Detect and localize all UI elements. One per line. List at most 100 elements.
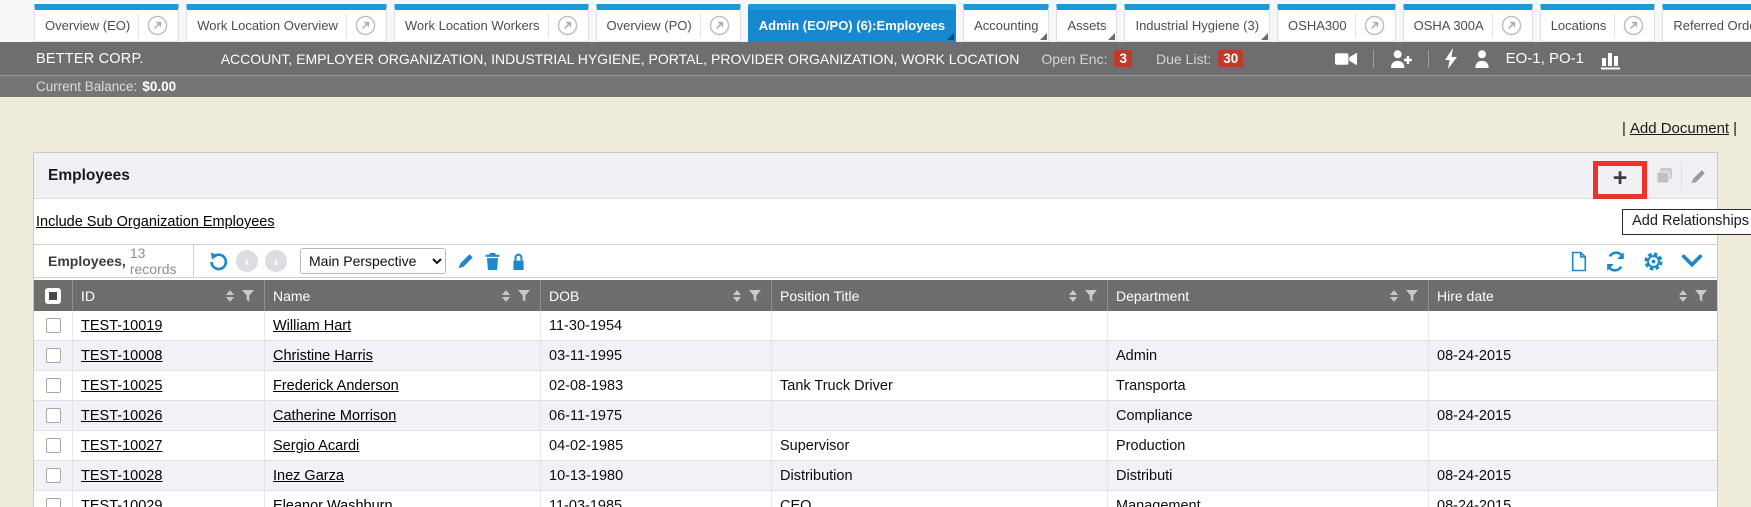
sort-icon[interactable] bbox=[1069, 290, 1077, 302]
filter-icon[interactable] bbox=[1694, 289, 1708, 303]
popout-icon[interactable] bbox=[1614, 14, 1644, 38]
column-header-name[interactable]: Name bbox=[265, 280, 541, 311]
employee-name-link[interactable]: Inez Garza bbox=[273, 468, 344, 484]
delete-perspective-icon[interactable] bbox=[484, 252, 501, 271]
dob-cell: 06-11-1975 bbox=[541, 401, 772, 430]
filter-icon[interactable] bbox=[517, 289, 531, 303]
filter-icon[interactable] bbox=[1405, 289, 1419, 303]
popout-icon[interactable] bbox=[700, 14, 730, 38]
tab-locations[interactable]: Locations bbox=[1540, 4, 1656, 42]
popout-icon[interactable] bbox=[138, 14, 168, 38]
sort-icon[interactable] bbox=[1390, 290, 1398, 302]
tab-assets[interactable]: Assets bbox=[1056, 4, 1117, 42]
tab-referred-orders[interactable]: Referred Orders bbox=[1662, 4, 1751, 42]
popout-icon[interactable] bbox=[548, 14, 578, 38]
tab-label: Referred Orders bbox=[1673, 18, 1751, 33]
column-header-label: DOB bbox=[549, 288, 733, 304]
hire-date-cell bbox=[1429, 311, 1717, 340]
tab-osha-300a[interactable]: OSHA 300A bbox=[1403, 4, 1533, 42]
row-checkbox[interactable] bbox=[46, 438, 61, 453]
next-page-icon[interactable]: › bbox=[265, 250, 287, 272]
position-cell bbox=[772, 311, 1108, 340]
employee-id-link[interactable]: TEST-10019 bbox=[81, 318, 162, 334]
row-checkbox[interactable] bbox=[46, 348, 61, 363]
lock-icon[interactable] bbox=[510, 252, 527, 271]
filter-icon[interactable] bbox=[1084, 289, 1098, 303]
filter-icon[interactable] bbox=[241, 289, 255, 303]
row-checkbox[interactable] bbox=[46, 468, 61, 483]
employee-name-link[interactable]: Eleanor Washburn bbox=[273, 498, 393, 507]
tab-admin-eo-po-6-employees[interactable]: Admin (EO/PO) (6):Employees bbox=[748, 4, 956, 42]
sort-icon[interactable] bbox=[733, 290, 741, 302]
column-header-dob[interactable]: DOB bbox=[541, 280, 772, 311]
tab-work-location-overview[interactable]: Work Location Overview bbox=[186, 4, 387, 42]
record-count: 13 records bbox=[130, 245, 193, 277]
row-checkbox[interactable] bbox=[46, 498, 61, 507]
select-all-checkbox[interactable] bbox=[45, 288, 61, 304]
row-checkbox[interactable] bbox=[46, 378, 61, 393]
table-row: TEST-10027 Sergio Acardi 04-02-1985 Supe… bbox=[34, 431, 1717, 461]
edit-button[interactable] bbox=[1681, 161, 1715, 191]
balance-bar: Current Balance: $0.00 bbox=[0, 75, 1751, 97]
column-header-department[interactable]: Department bbox=[1108, 280, 1429, 311]
undo-icon[interactable] bbox=[208, 251, 229, 272]
tab-overview-po[interactable]: Overview (PO) bbox=[596, 4, 741, 42]
perspective-select[interactable]: Main Perspective bbox=[300, 248, 446, 274]
sort-icon[interactable] bbox=[502, 290, 510, 302]
employee-name-link[interactable]: Catherine Morrison bbox=[273, 408, 396, 424]
due-list-badge[interactable]: 30 bbox=[1218, 50, 1243, 67]
employee-name-link[interactable]: Frederick Anderson bbox=[273, 378, 399, 394]
add-document-link[interactable]: Add Document bbox=[1630, 120, 1729, 137]
tab-work-location-workers[interactable]: Work Location Workers bbox=[394, 4, 589, 42]
popout-icon[interactable] bbox=[1355, 14, 1385, 38]
popout-icon[interactable] bbox=[346, 14, 376, 38]
lightning-icon[interactable] bbox=[1444, 48, 1458, 69]
employee-id-link[interactable]: TEST-10028 bbox=[81, 468, 162, 484]
employee-name-link[interactable]: Sergio Acardi bbox=[273, 438, 359, 454]
tooltip: Add Relationships bbox=[1622, 209, 1751, 235]
settings-gear-icon[interactable] bbox=[1643, 251, 1664, 272]
add-relationships-button[interactable]: + bbox=[1593, 161, 1647, 199]
dob-cell: 11-03-1985 bbox=[541, 491, 772, 507]
employee-id-link[interactable]: TEST-10026 bbox=[81, 408, 162, 424]
column-header-id[interactable]: ID bbox=[73, 280, 265, 311]
employee-id-link[interactable]: TEST-10025 bbox=[81, 378, 162, 394]
open-enc-badge[interactable]: 3 bbox=[1114, 50, 1132, 67]
refresh-icon[interactable] bbox=[1605, 251, 1626, 272]
include-sub-org-link[interactable]: Include Sub Organization Employees bbox=[36, 214, 275, 230]
tab-osha300[interactable]: OSHA300 bbox=[1277, 4, 1396, 42]
expand-chevron-icon[interactable] bbox=[1681, 253, 1703, 269]
tab-accounting[interactable]: Accounting bbox=[963, 4, 1049, 42]
edit-perspective-icon[interactable] bbox=[457, 252, 475, 270]
row-checkbox[interactable] bbox=[46, 408, 61, 423]
column-header-label: Department bbox=[1116, 288, 1390, 304]
department-cell: Compliance bbox=[1108, 401, 1429, 430]
employee-id-link[interactable]: TEST-10027 bbox=[81, 438, 162, 454]
prev-page-icon[interactable]: ‹ bbox=[236, 250, 258, 272]
new-document-icon[interactable] bbox=[1570, 251, 1588, 272]
column-header-hire-date[interactable]: Hire date bbox=[1429, 280, 1717, 311]
tab-industrial-hygiene-3[interactable]: Industrial Hygiene (3) bbox=[1124, 4, 1270, 42]
employee-id-link[interactable]: TEST-10029 bbox=[81, 498, 162, 507]
filter-icon[interactable] bbox=[748, 289, 762, 303]
copy-button[interactable] bbox=[1647, 161, 1681, 191]
row-checkbox[interactable] bbox=[46, 318, 61, 333]
sort-icon[interactable] bbox=[226, 290, 234, 302]
department-cell: Distributi bbox=[1108, 461, 1429, 490]
grid-toolbar: Employees, 13 records ‹ › Main Perspecti… bbox=[34, 244, 1717, 278]
video-camera-icon[interactable] bbox=[1335, 50, 1358, 68]
bar-chart-icon[interactable] bbox=[1599, 48, 1623, 70]
dropdown-fold-icon bbox=[1261, 33, 1268, 40]
sort-icon[interactable] bbox=[1679, 290, 1687, 302]
column-header-position-title[interactable]: Position Title bbox=[772, 280, 1108, 311]
add-document: |Add Document| bbox=[1622, 120, 1737, 137]
employee-name-link[interactable]: Christine Harris bbox=[273, 348, 373, 364]
employee-id-link[interactable]: TEST-10008 bbox=[81, 348, 162, 364]
position-cell bbox=[772, 341, 1108, 370]
employee-name-link[interactable]: William Hart bbox=[273, 318, 351, 334]
person-icon[interactable] bbox=[1473, 49, 1491, 69]
popout-icon[interactable] bbox=[1492, 14, 1522, 38]
tab-label: Admin (EO/PO) (6):Employees bbox=[759, 18, 945, 33]
person-add-icon[interactable] bbox=[1389, 49, 1413, 69]
tab-overview-eo[interactable]: Overview (EO) bbox=[34, 4, 179, 42]
